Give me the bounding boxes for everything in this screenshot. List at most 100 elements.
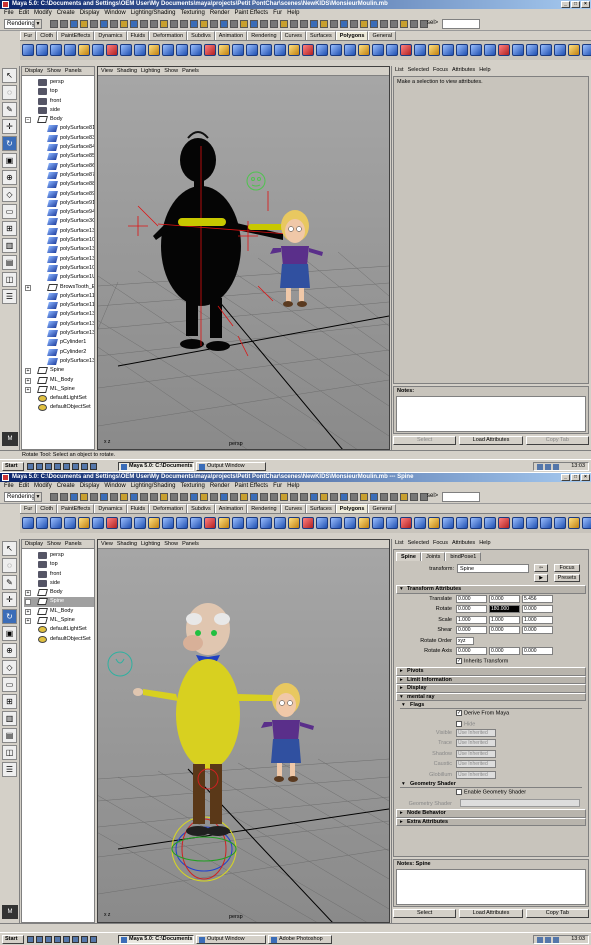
maximize-button[interactable]: □ xyxy=(571,474,580,481)
rotate-axis-y[interactable]: 0.000 xyxy=(489,647,520,655)
layout-stack-icon[interactable]: ▤ xyxy=(2,728,17,743)
shelf-tool-icon[interactable] xyxy=(568,517,580,529)
shelf-tool-icon[interactable] xyxy=(316,44,328,56)
outliner-item[interactable]: + BrowsTooth_E xyxy=(24,283,94,292)
ae-menu-attributes[interactable]: Attributes xyxy=(452,539,475,548)
visible-dropdown[interactable]: Use Inherited xyxy=(456,728,496,737)
outliner-item[interactable]: polySurface91 xyxy=(24,199,94,208)
outliner-item[interactable]: + ML_Spine xyxy=(24,385,94,394)
outliner-item[interactable]: front xyxy=(24,97,94,106)
shelf-tab-subdivs[interactable]: Subdivs xyxy=(187,31,215,40)
ae-menu-focus[interactable]: Focus xyxy=(433,539,448,548)
outliner-item[interactable]: persp xyxy=(24,78,94,87)
shelf-tool-icon[interactable] xyxy=(554,517,566,529)
menu-edit[interactable]: Edit xyxy=(19,9,29,17)
shelf-tool-icon[interactable] xyxy=(428,517,440,529)
shelf-tool-icon[interactable] xyxy=(400,44,412,56)
viewport-menu-shading[interactable]: Shading xyxy=(117,67,137,75)
shelf-tool-icon[interactable] xyxy=(22,44,34,56)
shelf-tool-icon[interactable] xyxy=(260,44,272,56)
shelf-tool-icon[interactable] xyxy=(484,517,496,529)
shelf-tool-icon[interactable] xyxy=(246,517,258,529)
copy-tab-button[interactable]: Copy Tab xyxy=(525,909,589,918)
menu-file[interactable]: File xyxy=(4,482,14,490)
panel-menu-panels[interactable]: Panels xyxy=(65,540,82,548)
shelf-tool-icon[interactable] xyxy=(120,44,132,56)
panel-menu-display[interactable]: Display xyxy=(25,540,43,548)
viewport-menu-lighting[interactable]: Lighting xyxy=(141,540,160,548)
paint-tool-icon[interactable]: ✎ xyxy=(2,575,17,590)
menu-window[interactable]: Window xyxy=(104,482,125,490)
menu-window[interactable]: Window xyxy=(104,9,125,17)
layout-side-icon[interactable]: ▥ xyxy=(2,238,17,253)
shear-z-field[interactable]: 0.000 xyxy=(522,626,553,634)
menu-help[interactable]: Help xyxy=(287,482,299,490)
menu-lighting-shading[interactable]: Lighting/Shading xyxy=(131,482,176,490)
menu-display[interactable]: Display xyxy=(80,9,100,17)
shelf-tab-dynamics[interactable]: Dynamics xyxy=(94,31,127,40)
menu-create[interactable]: Create xyxy=(57,9,75,17)
shear-y-field[interactable]: 0.000 xyxy=(489,626,520,634)
outliner-item[interactable]: polySurface13 xyxy=(24,245,94,254)
start-button[interactable]: Start xyxy=(2,462,24,471)
move-tool-icon[interactable]: ✛ xyxy=(2,592,17,607)
outliner-item[interactable]: polySurface13 xyxy=(24,255,94,264)
rotate-y-field[interactable]: 180.000 xyxy=(489,605,520,613)
menu-set-dropdown[interactable]: Rendering ▼ xyxy=(4,19,42,29)
taskbar-output-window[interactable]: Output Window xyxy=(196,935,266,944)
shelf-tab-rendering[interactable]: Rendering xyxy=(247,504,281,513)
notes-textarea[interactable] xyxy=(396,869,586,905)
shelf-tool-icon[interactable] xyxy=(554,44,566,56)
shelf-tool-icon[interactable] xyxy=(204,44,216,56)
layout-three-icon[interactable]: ◫ xyxy=(2,272,17,287)
section-display[interactable]: Display xyxy=(396,684,586,693)
shelf-tool-icon[interactable] xyxy=(512,44,524,56)
shelf-tab-subdivs[interactable]: Subdivs xyxy=(187,504,215,513)
viewport-menu-show[interactable]: Show xyxy=(164,67,178,75)
shelf-tool-icon[interactable] xyxy=(260,517,272,529)
viewport-menu-panels[interactable]: Panels xyxy=(182,67,199,75)
shelf-tool-icon[interactable] xyxy=(386,517,398,529)
scale-y-field[interactable]: 1.000 xyxy=(489,615,520,624)
section-limit-information[interactable]: Limit Information xyxy=(396,675,586,684)
shelf-tab-animation[interactable]: Animation xyxy=(214,31,248,40)
viewport-menu-show[interactable]: Show xyxy=(164,540,178,548)
selection-field[interactable] xyxy=(442,19,480,29)
shadow-dropdown[interactable]: Use Inherited xyxy=(456,749,496,758)
inherits-transform-checkbox[interactable]: ✓ Inherits Transform xyxy=(456,657,508,664)
outliner-item[interactable]: pCylinder1 xyxy=(24,338,94,347)
viewport-menu-lighting[interactable]: Lighting xyxy=(141,67,160,75)
shelf-tab-cloth[interactable]: Cloth xyxy=(36,504,58,513)
shelf-tool-icon[interactable] xyxy=(274,44,286,56)
shelf-tool-icon[interactable] xyxy=(288,517,300,529)
layout-four-icon[interactable]: ⊞ xyxy=(2,221,17,236)
layout-four-icon[interactable]: ⊞ xyxy=(2,694,17,709)
shelf-tool-icon[interactable] xyxy=(288,44,300,56)
select-button[interactable]: Select xyxy=(393,436,457,445)
layout-three-icon[interactable]: ◫ xyxy=(2,745,17,760)
shelf-tool-icon[interactable] xyxy=(414,44,426,56)
ae-menu-selected[interactable]: Selected xyxy=(408,539,429,548)
outliner-item[interactable]: + Body xyxy=(24,588,94,597)
shelf-tool-icon[interactable] xyxy=(36,44,48,56)
enable-geometry-shader-checkbox[interactable]: Enable Geometry Shader xyxy=(456,789,526,795)
shelf-tool-icon[interactable] xyxy=(512,517,524,529)
shelf-tab-fur[interactable]: Fur xyxy=(20,504,37,513)
outliner-item[interactable]: polySurface11 xyxy=(24,301,94,310)
notes-textarea[interactable] xyxy=(396,396,586,432)
outliner-item[interactable]: + Spine xyxy=(24,366,94,375)
paint-tool-icon[interactable]: ✎ xyxy=(2,102,17,117)
shelf-tool-icon[interactable] xyxy=(330,44,342,56)
menu-texturing[interactable]: Texturing xyxy=(180,9,204,17)
taskbar-output-window[interactable]: Output Window xyxy=(196,462,266,471)
shelf-tab-fluids[interactable]: Fluids xyxy=(126,31,150,40)
shelf-tool-icon[interactable] xyxy=(302,44,314,56)
menu-help[interactable]: Help xyxy=(287,9,299,17)
scale-tool-icon[interactable]: ▣ xyxy=(2,626,17,641)
outliner-item[interactable]: polySurface10 xyxy=(24,264,94,273)
outliner-item[interactable]: defaultLightSet xyxy=(24,394,94,403)
menu-edit[interactable]: Edit xyxy=(19,482,29,490)
outliner-item[interactable]: front xyxy=(24,570,94,579)
outliner-item[interactable]: side xyxy=(24,579,94,588)
shelf-tool-icon[interactable] xyxy=(442,517,454,529)
